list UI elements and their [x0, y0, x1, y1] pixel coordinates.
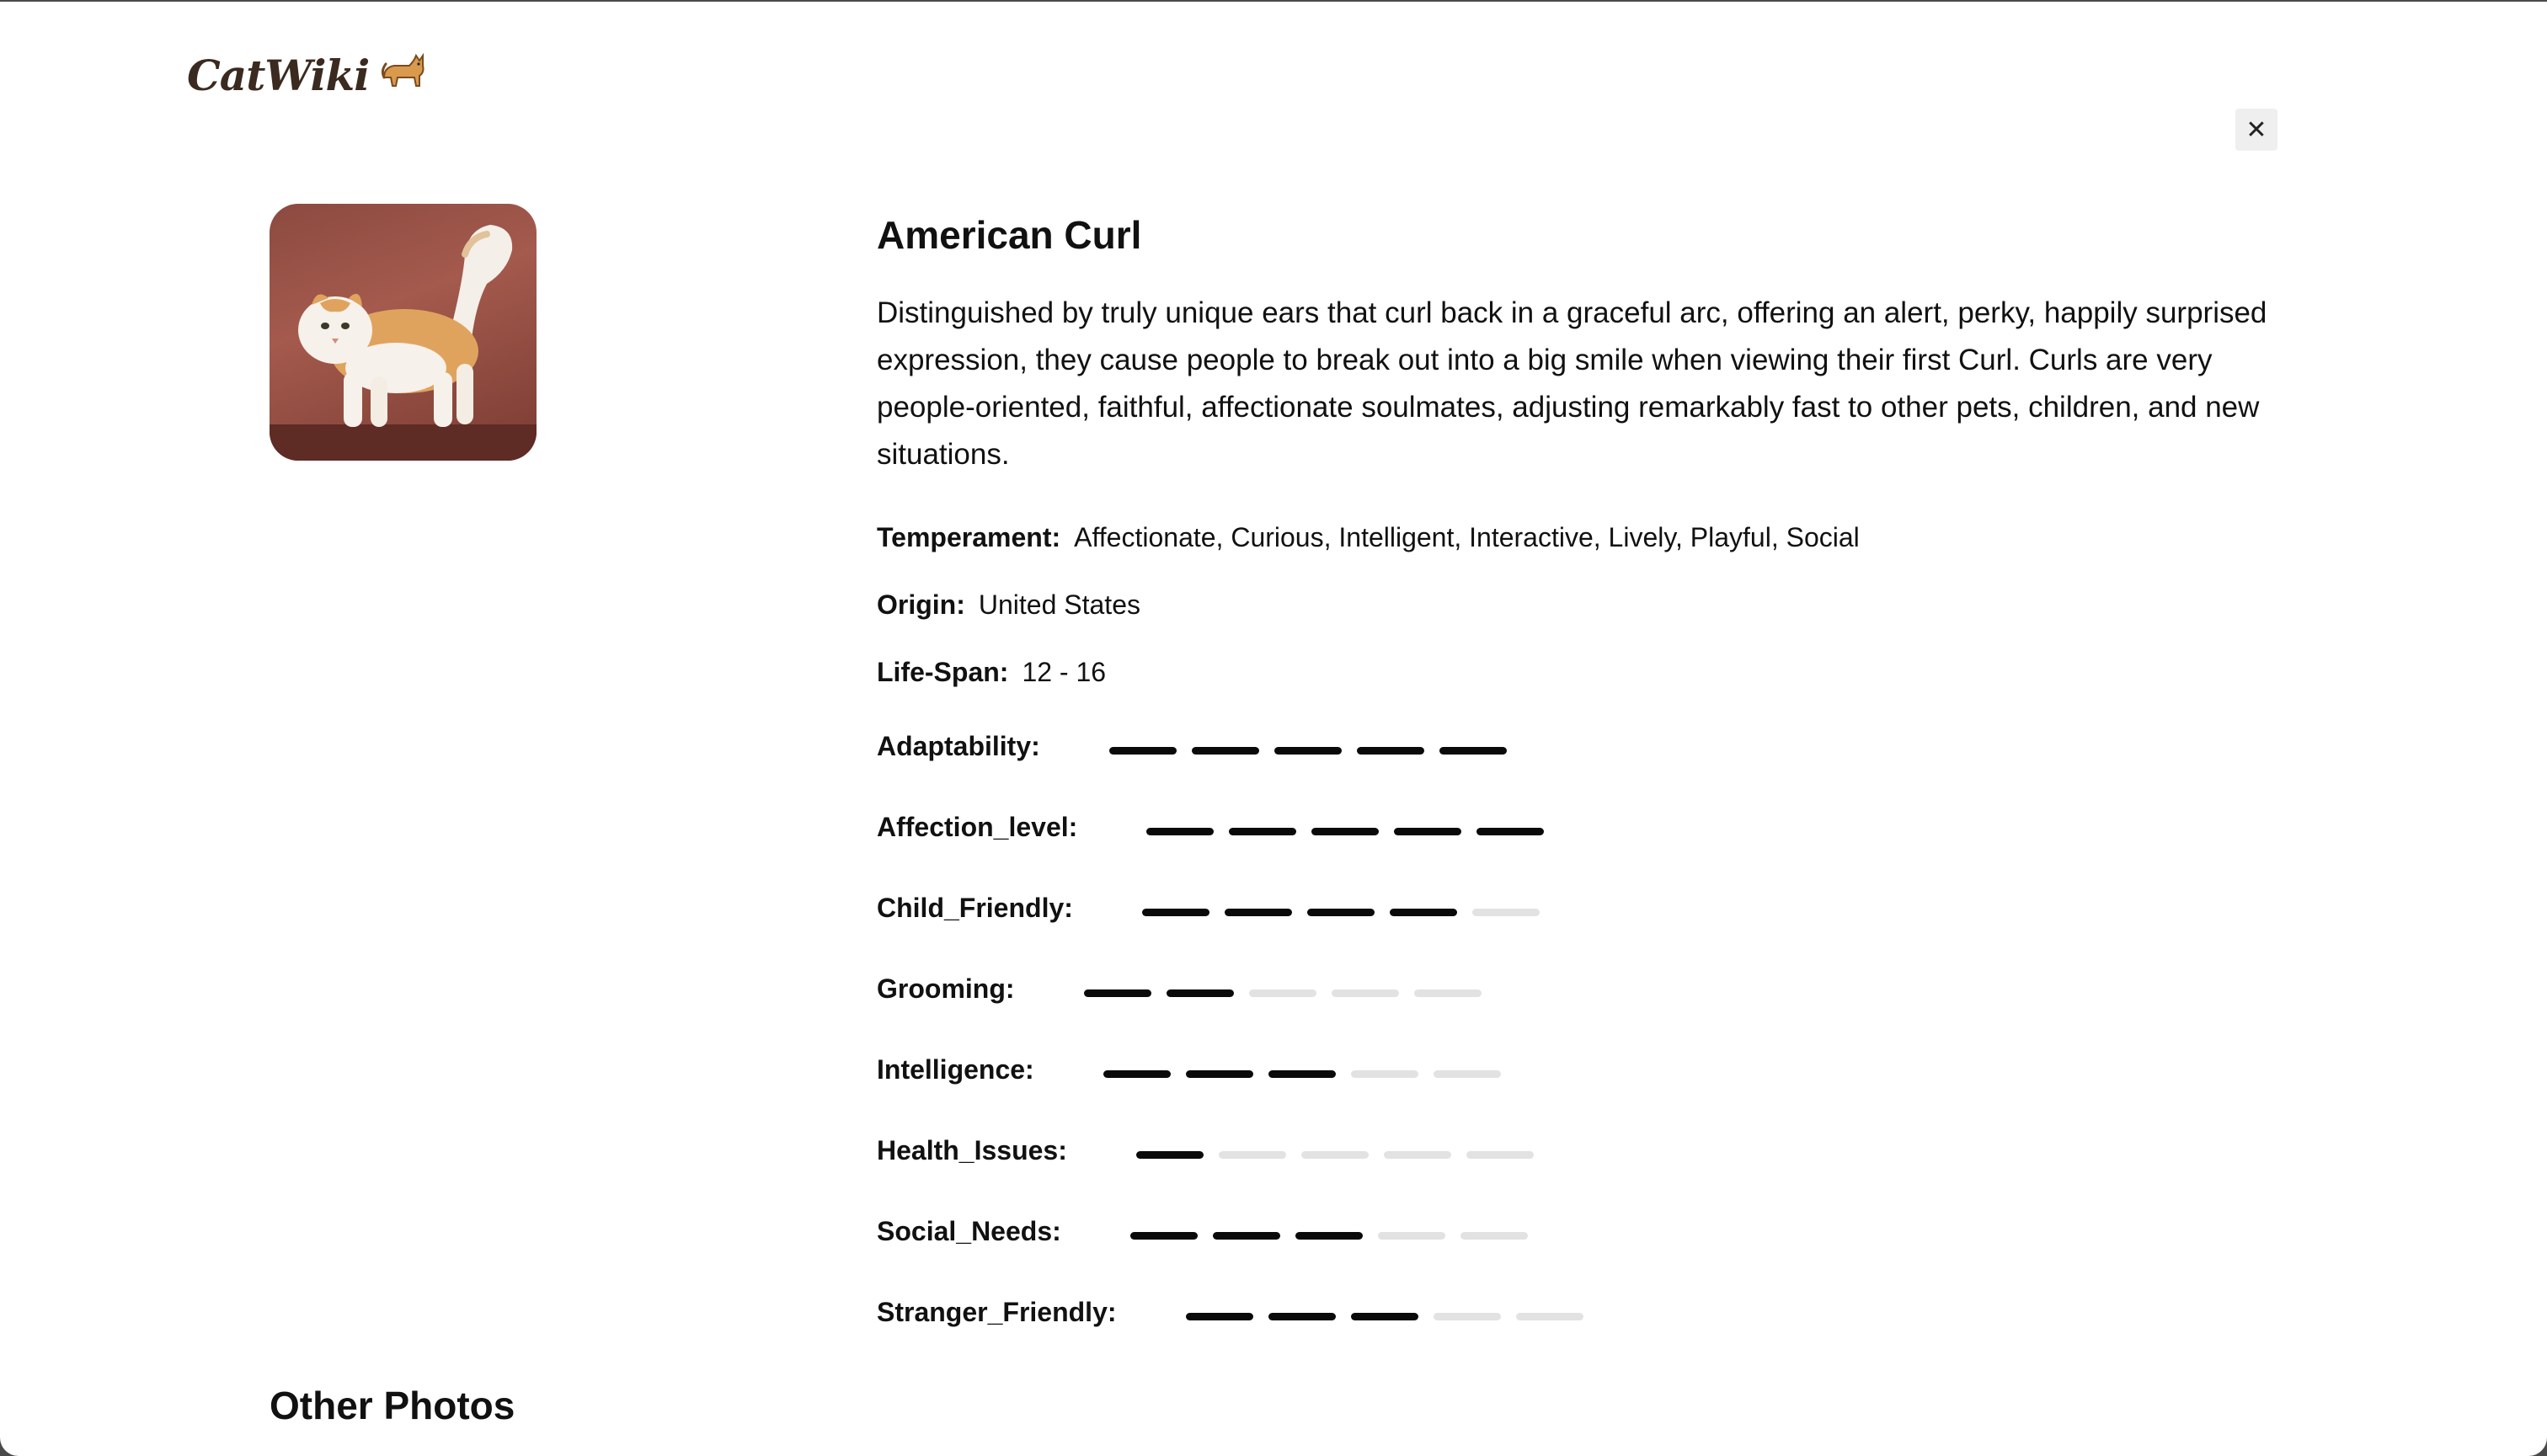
- origin-value: United States: [978, 589, 1140, 620]
- stat-label: Grooming:: [877, 973, 1015, 1004]
- rating-bar-filled: [1166, 989, 1234, 997]
- stat-rating: [1083, 989, 1482, 997]
- stat-label: Social_Needs:: [877, 1215, 1061, 1246]
- rating-bar-empty: [1466, 1150, 1534, 1159]
- stat-row-intelligence: Intelligence:: [877, 1029, 2292, 1110]
- close-button[interactable]: ✕: [2235, 109, 2277, 151]
- stat-list: Adaptability: Affection_level: Child_Fri…: [877, 706, 2292, 1352]
- stat-row-social-needs: Social_Needs:: [877, 1191, 2292, 1272]
- stat-rating: [1103, 1069, 1501, 1078]
- rating-bar-filled: [1224, 908, 1292, 916]
- rating-bar-filled: [1311, 827, 1380, 835]
- rating-bar-filled: [1268, 1069, 1336, 1078]
- rating-bar-filled: [1103, 1069, 1171, 1078]
- rating-bar-filled: [1274, 746, 1342, 755]
- rating-bar-filled: [1129, 1231, 1198, 1240]
- breed-name: American Curl: [877, 213, 1142, 257]
- rating-bar-filled: [1439, 746, 1507, 755]
- other-photos-heading: Other Photos: [270, 1384, 515, 1427]
- rating-bar-empty: [1383, 1150, 1451, 1159]
- stat-label: Health_Issues:: [877, 1134, 1067, 1165]
- stat-rating: [1135, 1150, 1534, 1159]
- stat-rating: [1185, 1312, 1583, 1320]
- rating-bar-empty: [1515, 1312, 1583, 1320]
- rating-bar-filled: [1295, 1231, 1363, 1240]
- stat-row-adaptability: Adaptability:: [877, 706, 2292, 787]
- rating-bar-empty: [1460, 1231, 1528, 1240]
- stat-label: Child_Friendly:: [877, 892, 1073, 923]
- rating-bar-filled: [1185, 1069, 1253, 1078]
- cat-icon: [381, 52, 426, 99]
- origin-row: Origin: United States: [877, 571, 2292, 638]
- rating-bar-empty: [1471, 908, 1540, 916]
- rating-bar-filled: [1229, 827, 1297, 835]
- rating-bar-empty: [1433, 1312, 1501, 1320]
- stat-label: Adaptability:: [877, 730, 1040, 761]
- temperament-value: Affectionate, Curious, Intelligent, Inte…: [1074, 521, 1860, 552]
- rating-bar-empty: [1218, 1150, 1286, 1159]
- stat-row-affection-level: Affection_level:: [877, 787, 2292, 867]
- temperament-row: Temperament: Affectionate, Curious, Inte…: [877, 504, 2292, 571]
- page-frame: CatWiki ✕ American Curl Distinguished by…: [0, 2, 2547, 1456]
- rating-bar-filled: [1135, 1150, 1204, 1159]
- logo-text: CatWiki: [187, 51, 370, 100]
- rating-bar-filled: [1350, 1312, 1418, 1320]
- stat-label: Affection_level:: [877, 811, 1078, 842]
- rating-bar-filled: [1141, 908, 1209, 916]
- stat-row-child-friendly: Child_Friendly:: [877, 867, 2292, 948]
- rating-bar-filled: [1212, 1231, 1280, 1240]
- rating-bar-filled: [1108, 746, 1177, 755]
- lifespan-value: 12 - 16: [1022, 656, 1107, 687]
- stat-rating: [1129, 1231, 1528, 1240]
- rating-bar-empty: [1350, 1069, 1418, 1078]
- breed-photo: [270, 204, 537, 461]
- stat-label: Intelligence:: [877, 1053, 1034, 1085]
- stat-label: Stranger_Friendly:: [877, 1296, 1117, 1327]
- origin-label: Origin:: [877, 589, 965, 620]
- rating-bar-empty: [1248, 989, 1316, 997]
- rating-bar-filled: [1389, 908, 1457, 916]
- rating-bar-filled: [1268, 1312, 1336, 1320]
- stat-row-stranger-friendly: Stranger_Friendly:: [877, 1272, 2292, 1352]
- rating-bar-empty: [1433, 1069, 1501, 1078]
- stat-row-health-issues: Health_Issues:: [877, 1110, 2292, 1191]
- stat-rating: [1108, 746, 1507, 755]
- rating-bar-filled: [1476, 827, 1545, 835]
- rating-bar-empty: [1331, 989, 1399, 997]
- rating-bar-empty: [1300, 1150, 1369, 1159]
- rating-bar-filled: [1356, 746, 1424, 755]
- breed-description: Distinguished by truly unique ears that …: [877, 296, 2267, 471]
- stat-rating: [1146, 827, 1545, 835]
- stat-row-grooming: Grooming:: [877, 948, 2292, 1029]
- breed-details: American Curl Distinguished by truly uni…: [877, 212, 2292, 1352]
- rating-bar-filled: [1191, 746, 1259, 755]
- rating-bar-empty: [1413, 989, 1482, 997]
- logo[interactable]: CatWiki: [187, 51, 426, 100]
- rating-bar-filled: [1185, 1312, 1253, 1320]
- stat-rating: [1141, 908, 1540, 916]
- rating-bar-filled: [1146, 827, 1215, 835]
- rating-bar-filled: [1083, 989, 1151, 997]
- lifespan-label: Life-Span:: [877, 656, 1009, 687]
- rating-bar-empty: [1377, 1231, 1445, 1240]
- rating-bar-filled: [1394, 827, 1462, 835]
- rating-bar-filled: [1306, 908, 1375, 916]
- lifespan-row: Life-Span: 12 - 16: [877, 638, 2292, 706]
- temperament-label: Temperament:: [877, 521, 1061, 552]
